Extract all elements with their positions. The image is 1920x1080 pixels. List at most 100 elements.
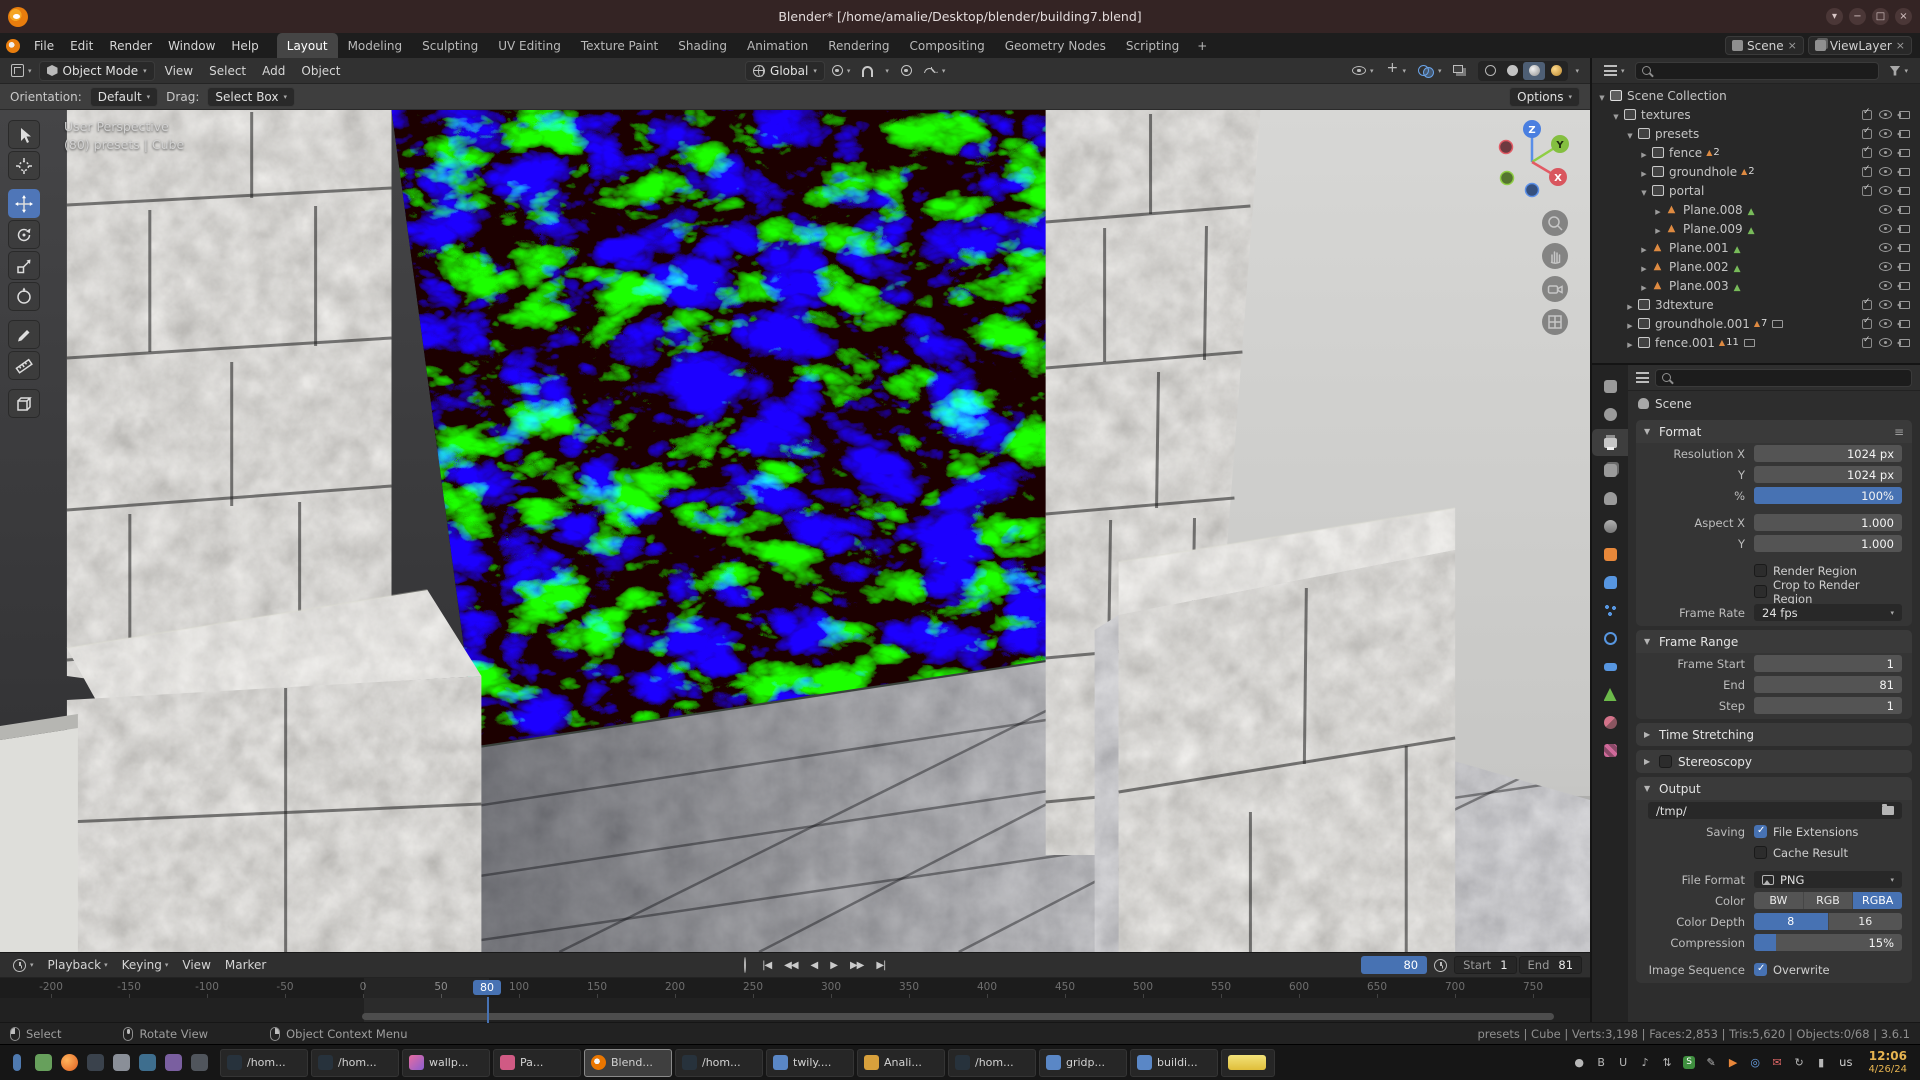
timeline-menu-item[interactable]: Marker [218,955,273,975]
tray-icon[interactable]: ▮ [1811,1050,1831,1074]
zoom-icon[interactable] [1542,210,1568,236]
taskbar-window-button[interactable]: /hom... [220,1049,308,1077]
hide-eye-icon[interactable] [1879,243,1892,252]
properties-tab[interactable] [1592,373,1628,400]
panel-output-header[interactable]: Output [1636,777,1912,800]
disable-render-camera-icon[interactable] [1899,244,1910,252]
taskbar-window-button[interactable]: Blend... [584,1049,672,1077]
workspace-tab[interactable]: Sculpting [412,33,488,58]
launcher-icon[interactable] [5,1049,29,1077]
disable-render-camera-icon[interactable] [1899,339,1910,347]
tray-icon[interactable]: ⇅ [1657,1050,1677,1074]
play-reverse-button[interactable]: ◀ [806,958,823,973]
resolution-percent-slider[interactable]: 100% [1754,487,1902,504]
expand-arrow-icon[interactable] [1624,317,1636,331]
pan-hand-icon[interactable] [1542,243,1568,269]
viewport-menu-item[interactable]: Object [293,64,348,78]
properties-tab[interactable] [1592,457,1628,484]
workspace-tab[interactable]: Layout [277,33,338,58]
properties-tab[interactable] [1592,597,1628,624]
aspect-x-field[interactable]: 1.000 [1754,514,1902,531]
tray-icon[interactable]: ✉ [1767,1050,1787,1074]
outliner-row[interactable]: portal [1592,181,1920,200]
exclude-checkbox-icon[interactable] [1862,129,1872,139]
hide-eye-icon[interactable] [1879,110,1892,119]
orientation-dropdown[interactable]: Global [745,61,825,81]
taskbar-window-button[interactable]: /hom... [675,1049,763,1077]
auto-keying-toggle[interactable] [744,958,754,972]
hide-eye-icon[interactable] [1879,167,1892,176]
object-visibility-dropdown[interactable] [1347,61,1379,81]
disable-render-camera-icon[interactable] [1899,301,1910,309]
snap-settings-dropdown[interactable] [880,61,894,81]
disable-render-camera-icon[interactable] [1899,282,1910,290]
taskbar-window-button[interactable]: gridp... [1039,1049,1127,1077]
hide-eye-icon[interactable] [1879,129,1892,138]
hide-eye-icon[interactable] [1879,262,1892,271]
preview-range-toggle[interactable] [1429,955,1452,975]
properties-search-input[interactable] [1676,371,1905,385]
timeline-editor[interactable]: PlaybackKeyingViewMarker |◀ ◀◀ ◀ ▶ ▶▶ ▶|… [0,952,1590,1022]
shading-rendered-button[interactable] [1545,62,1567,80]
pivot-dropdown[interactable] [827,61,856,81]
workspace-tab[interactable]: UV Editing [488,33,571,58]
properties-tab[interactable] [1592,653,1628,680]
outliner-row[interactable]: groundhole.001 7 [1592,314,1920,333]
compression-slider[interactable]: 15% [1754,934,1902,951]
taskbar-window-button[interactable]: twily.... [766,1049,854,1077]
tray-icon[interactable]: ▶ [1723,1050,1743,1074]
viewlayer-selector[interactable]: ViewLayer × [1808,36,1912,55]
proportional-edit-toggle[interactable] [896,61,917,81]
taskbar-window-button[interactable]: /hom... [311,1049,399,1077]
tray-icon[interactable]: S [1679,1050,1699,1074]
taskbar-window-button[interactable]: /hom... [948,1049,1036,1077]
measure-tool[interactable] [8,351,40,380]
window-close-button[interactable]: × [1895,8,1912,25]
exclude-checkbox-icon[interactable] [1862,300,1872,310]
mode-dropdown[interactable]: Object Mode [39,61,155,81]
workspace-tab[interactable]: Scripting [1116,33,1189,58]
viewport-menu-item[interactable]: Add [254,64,293,78]
taskbar-window-button[interactable]: Anali... [857,1049,945,1077]
outliner-row[interactable]: fence.001 11 [1592,333,1920,352]
rotate-tool[interactable] [8,220,40,249]
outliner-row[interactable]: Scene Collection [1592,86,1920,105]
overwrite-checkbox[interactable]: Overwrite [1754,963,1902,977]
outliner-row[interactable]: fence 2 [1592,143,1920,162]
frame-end-field[interactable]: 81 [1754,676,1902,693]
clock[interactable]: 12:06 4/26/24 [1860,1050,1915,1075]
launcher-icon[interactable] [83,1049,107,1077]
tray-icon[interactable]: ♪ [1635,1050,1655,1074]
viewlayer-remove-icon[interactable]: × [1896,39,1905,52]
outliner-filter-button[interactable] [1884,61,1913,81]
shading-material-button[interactable] [1523,62,1545,80]
add-cube-tool[interactable] [8,389,40,418]
timeline-editor-type-button[interactable] [8,955,39,975]
options-dropdown[interactable]: Options [1509,87,1580,107]
outliner-editor-type-button[interactable] [1599,61,1630,81]
viewport-menu-item[interactable]: Select [201,64,254,78]
expand-arrow-icon[interactable] [1624,298,1636,312]
shading-wireframe-button[interactable] [1479,62,1501,80]
current-frame-field[interactable]: 80 [1361,956,1427,974]
outliner-row[interactable]: Plane.001 [1592,238,1920,257]
expand-arrow-icon[interactable] [1624,336,1636,350]
frame-rate-dropdown[interactable]: 24 fps [1754,604,1902,621]
expand-arrow-icon[interactable] [1652,203,1664,217]
exclude-checkbox-icon[interactable] [1862,338,1872,348]
outliner-row[interactable]: groundhole 2 [1592,162,1920,181]
timeline-menu-item[interactable]: View [175,955,217,975]
disable-render-camera-icon[interactable] [1899,225,1910,233]
outliner-row[interactable]: Plane.008 [1592,200,1920,219]
hide-eye-icon[interactable] [1879,300,1892,309]
drag-mode-dropdown[interactable]: Select Box [207,87,295,107]
disable-render-camera-icon[interactable] [1899,130,1910,138]
outliner-row[interactable]: textures [1592,105,1920,124]
menu-item[interactable]: Render [101,33,160,58]
prev-keyframe-button[interactable]: ◀◀ [779,958,802,973]
scene-unlink-icon[interactable]: × [1788,39,1797,52]
resolution-x-field[interactable]: 1024 px [1754,445,1902,462]
workspace-tab[interactable]: Modeling [338,33,413,58]
properties-tab[interactable] [1592,429,1628,456]
shading-settings-dropdown[interactable] [1570,61,1584,81]
